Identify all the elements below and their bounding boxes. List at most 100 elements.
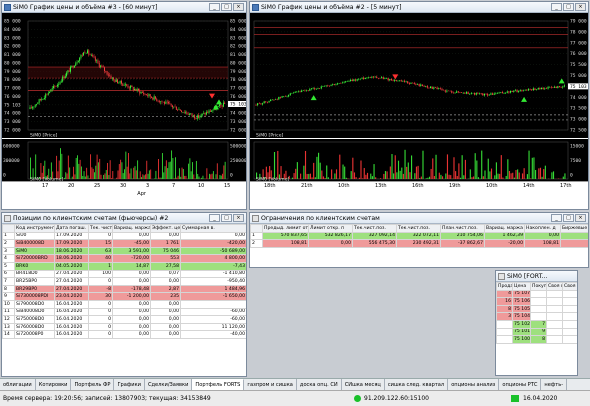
column-header[interactable]: План.чист.поз. <box>440 224 485 233</box>
title-bar[interactable]: Ограничения по клиентским счетам _ □ × <box>250 213 588 224</box>
maximize-button[interactable]: □ <box>221 3 232 11</box>
volume-bar <box>365 174 367 179</box>
orderbook-row[interactable]: 75 101 9 <box>496 327 577 337</box>
orderbook-row[interactable]: 4 75 107 <box>496 289 577 299</box>
orderbook-row[interactable]: 75 102 7 <box>496 319 577 329</box>
maximize-button[interactable]: □ <box>563 3 574 11</box>
column-header[interactable]: Цена <box>512 282 531 291</box>
close-button[interactable]: × <box>575 3 586 11</box>
positions-table[interactable]: Код инструментаДата погаш.Тек. чист.поз.… <box>2 224 246 339</box>
orderbook-row[interactable]: 3 75 104 <box>496 312 577 321</box>
column-header[interactable]: Суммарная в. <box>180 224 246 233</box>
table-row[interactable]: 1 570 837,65 532 826,17 327 092,14 322 072,1… <box>250 231 588 241</box>
table-row[interactable]: 11 SiB40008D0 16.04.2020 0 0,00 0,00 -60,00 <box>2 307 246 317</box>
title-bar[interactable]: SiM0 График цены и объёма #2 - [5 минут]… <box>250 2 588 13</box>
table-row[interactable]: 6 BR418D0 27.04.2020 100 0,00 0,07 -1 410,80 <box>2 269 246 279</box>
price-chart[interactable]: 85 000 85 000 84 000 84 000 83 000 83 000 82 0… <box>2 13 247 139</box>
column-header[interactable]: Тек.чист.поз. <box>396 224 441 233</box>
tab-10[interactable]: опционы анализ <box>448 379 500 390</box>
column-header[interactable]: Дата погаш. <box>54 224 89 233</box>
maximize-button[interactable]: □ <box>221 214 232 222</box>
table-row[interactable]: 3 SiM0 18.06.2020 63 3 591,00 75 046 -50 689,0… <box>2 246 246 256</box>
tab-2[interactable]: Портфель ФР <box>71 379 115 390</box>
tab-5[interactable]: Портфель FORTS <box>192 379 245 390</box>
table-row[interactable]: 2 SiB400008D 17.09.2020 15 -45,00 1 761 -420,0… <box>2 239 246 248</box>
table-cell: 0,00 <box>112 315 151 324</box>
table-row[interactable]: 9 Si7300008PDI 23.04.2020 30 -1 200,00 235 -1 … <box>2 292 246 301</box>
column-header[interactable] <box>2 224 15 233</box>
column-header[interactable]: Биржевые <box>560 224 588 233</box>
table-row[interactable]: 10 Si790008D0 16.04.2020 0 0,00 0,00 <box>2 299 246 309</box>
table-row[interactable]: 7 BR25BP0 27.04.2020 0 0,00 0,00 -950,40 <box>2 277 246 286</box>
table-row[interactable]: 5 BRK0 04.05.2020 1 14,87 27,58 -7,43 <box>2 261 246 271</box>
table-row[interactable]: 12 Si750008D0 16.04.2020 0 0,00 0,00 -60,00 <box>2 315 246 324</box>
column-header[interactable]: Лимит откр. п <box>308 224 353 233</box>
column-header[interactable]: Покупка <box>530 282 547 291</box>
column-header[interactable]: Вариац. маржа <box>112 224 151 233</box>
table-row[interactable]: 1 SiU0 17.09.2020 0 0,00 0,00 0,00 <box>2 231 246 241</box>
column-header[interactable]: Вариац. маржа <box>484 224 525 233</box>
candle-body <box>208 110 210 113</box>
close-button[interactable]: × <box>575 214 586 222</box>
table-cell: 0,00 <box>112 299 151 309</box>
column-header[interactable]: Код инструмента <box>14 224 55 233</box>
table-row[interactable]: 4 Si720000BRD 18.06.2020 40 -720,00 553 4 800,… <box>2 254 246 263</box>
candle-body <box>309 89 311 91</box>
tab-7[interactable]: доска опц. СИ <box>297 379 342 390</box>
orderbook-row[interactable]: 8 75 105 <box>496 304 577 314</box>
tab-8[interactable]: СИшка месяц <box>342 379 385 390</box>
tab-12[interactable]: нефть- <box>541 379 568 390</box>
candle-body <box>200 114 202 117</box>
close-button[interactable]: × <box>233 3 244 11</box>
minimize-button[interactable]: _ <box>209 3 220 11</box>
candle-body <box>444 90 446 92</box>
table-row[interactable]: 13 Si760008D0 16.04.2020 0 0,00 0,00 11 120,00 <box>2 322 246 332</box>
orderbook-row[interactable]: 75 100 8 <box>496 335 577 344</box>
maximize-button[interactable]: □ <box>563 214 574 222</box>
tab-6[interactable]: газпром и сишка <box>244 379 297 390</box>
table-cell: Si760008D0 <box>14 322 55 332</box>
candle-body <box>364 77 366 80</box>
column-header[interactable]: Своя пок <box>546 282 563 291</box>
tab-9[interactable]: сишка след. квартал <box>385 379 449 390</box>
price-tick-label: 77 000 <box>230 86 247 92</box>
table-row[interactable]: 8 BR29BP0 27.04.2020 -8 -178,48 2,87 1 484,96 <box>2 284 246 294</box>
column-header[interactable]: Продаж <box>496 282 513 291</box>
price-chart[interactable]: 79 00078 00077 00076 00075 50075 00074 5… <box>250 13 588 139</box>
candle-body <box>139 90 141 94</box>
tab-4[interactable]: Сделки/Заявки <box>145 379 193 390</box>
candle-body <box>156 98 158 101</box>
volume-bar <box>513 177 515 179</box>
candle-body <box>102 66 104 68</box>
minimize-button[interactable]: _ <box>551 3 562 11</box>
column-header[interactable]: Своя пр <box>562 282 577 291</box>
table-cell: 3 <box>2 246 15 256</box>
volume-chart-svg: 1500075000SiM0 [Volume] <box>253 141 584 183</box>
table-row[interactable]: 14 Si720008P0 16.04.2020 0 0,00 0,00 -40,00 <box>2 330 246 339</box>
title-bar[interactable]: Позиции по клиентским счетам (фьючерсы) … <box>2 213 246 224</box>
table-row[interactable]: 2 108,81 0,00 556 475,30 230 492,31 -37 862,6… <box>250 239 588 248</box>
orderbook-row[interactable]: 16 75 106 <box>496 297 577 306</box>
column-header[interactable]: Эффект. цена <box>150 224 181 233</box>
candle-body <box>480 93 482 94</box>
column-header[interactable] <box>250 224 263 233</box>
column-header[interactable]: Предыд. лимит откр. п <box>262 224 309 233</box>
title-bar[interactable]: SiM0 [FORT... <box>496 271 577 282</box>
minimize-button[interactable]: _ <box>551 214 562 222</box>
column-header[interactable]: Накоплен. д <box>524 224 561 233</box>
minimize-button[interactable]: _ <box>209 214 220 222</box>
column-header[interactable]: Тек.чист.поз. <box>352 224 397 233</box>
tab-0[interactable]: облигации <box>0 379 36 390</box>
tab-3[interactable]: Графики <box>114 379 145 390</box>
orderbook-cell <box>546 289 563 299</box>
orderbook-table[interactable]: ПродажЦенаПокупкаСвоя покСвоя пр 475 107… <box>496 282 577 344</box>
close-button[interactable]: × <box>233 214 244 222</box>
tab-11[interactable]: опционы РТС <box>499 379 542 390</box>
limits-table[interactable]: Предыд. лимит откр. пЛимит откр. пТек.чи… <box>250 224 588 248</box>
volume-chart[interactable]: 500000 250000 0 600000 300000 0 SiM0 [Volume] <box>2 139 246 183</box>
volume-chart[interactable]: 15000 7500 0 SiM0 [Volume] <box>250 139 588 183</box>
axis-date-label: 3 <box>146 183 150 189</box>
tab-1[interactable]: Котировки <box>36 379 72 390</box>
title-bar[interactable]: SiM0 График цены и объёма #3 - [60 минут… <box>2 2 246 13</box>
column-header[interactable]: Тек. чист.поз. <box>88 224 113 233</box>
